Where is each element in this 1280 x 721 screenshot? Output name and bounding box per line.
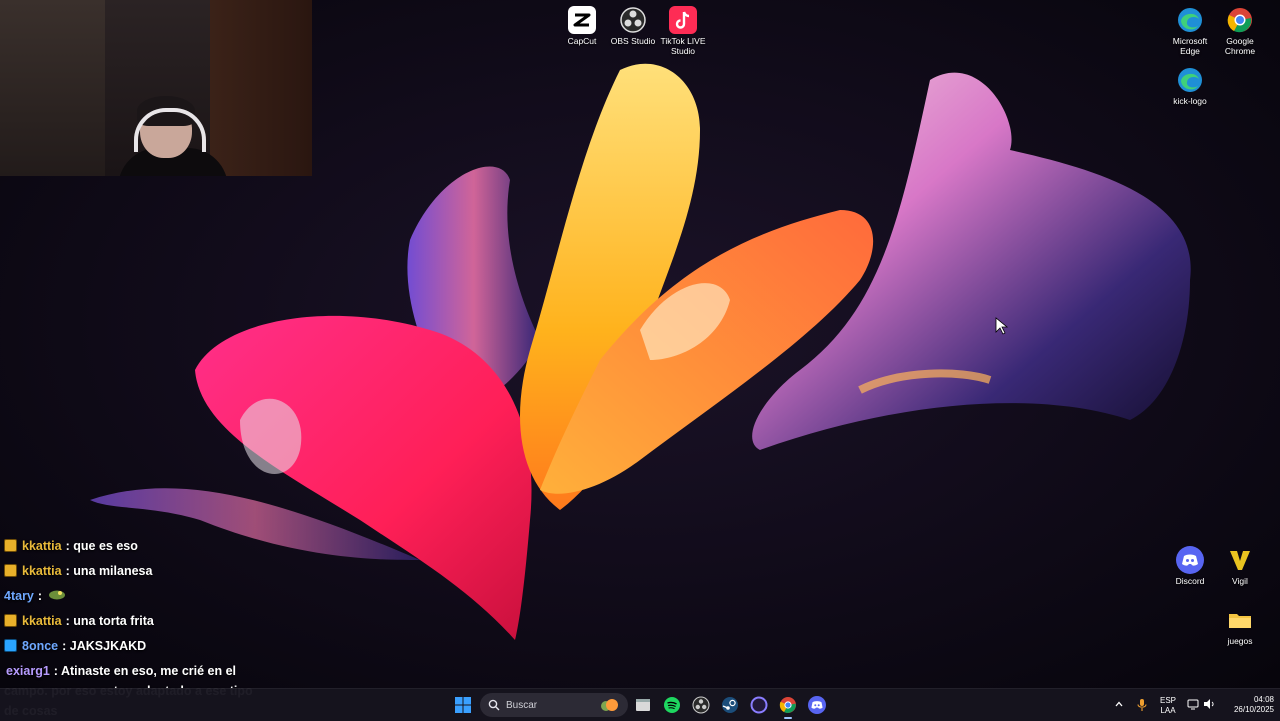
taskbar-spotify[interactable] [660,693,684,717]
chat-username: kkattia [22,613,62,628]
microphone-icon[interactable] [1136,698,1148,715]
chat-message: 4tary : [4,583,264,608]
clock-time: 04:08 [1253,695,1274,704]
network-icon[interactable] [1187,698,1199,713]
start-icon [455,697,471,713]
chat-text: : que es eso [65,538,138,553]
desktop-icon-google-chrome[interactable]: Google Chrome [1212,6,1268,56]
obs-studio-icon [692,696,710,714]
search-icon [488,699,500,711]
webcam-background-shelf [0,0,105,176]
vigil-icon [1226,546,1254,574]
chat-username: 4tary [4,588,34,603]
taskbar-discord[interactable] [805,693,829,717]
chat-username: kkattia [22,563,62,578]
chrome-icon [779,697,796,713]
streamer-headset [134,108,206,152]
search-highlight-icon [601,699,618,711]
tiktok-live-studio-icon [669,6,697,34]
taskbar: Buscar ESP LAA 04:08 26/10/2025 [0,688,1280,721]
desktop-icon-label: TikTok LIVE Studio [660,36,706,56]
desktop-icon-label: Discord [1175,576,1205,586]
desktop-icon-obs-studio[interactable]: OBS Studio [605,6,661,46]
desktop-icon-juegos[interactable]: juegos [1212,606,1268,646]
chat-message: 8once : JAKSJKAKD [4,633,264,658]
desktop-icon-label: Vigil [1232,576,1248,586]
app-circle-icon [750,696,768,714]
discord-icon [808,696,826,714]
obs-studio-icon [619,6,647,34]
start-button[interactable] [451,693,475,717]
webcam-background-door [210,0,312,176]
taskbar-steam[interactable] [718,693,742,717]
chat-message: kkattia : que es eso [4,533,264,558]
taskbar-chrome[interactable] [776,693,800,719]
language-code: ESP [1159,696,1176,705]
desktop-icon-capcut[interactable]: CapCut [554,6,610,46]
desktop-icon-discord[interactable]: Discord [1162,546,1218,586]
subscriber-badge-icon [4,614,17,627]
tray-overflow-chevron-icon[interactable] [1114,699,1124,712]
taskbar-search[interactable]: Buscar [480,693,628,717]
desktop-icon-microsoft-edge[interactable]: Microsoft Edge [1162,6,1218,56]
emote-icon [48,588,66,603]
desktop-icon-label: kick-logo [1173,96,1207,106]
spotify-icon [664,697,680,713]
desktop-icon-label: CapCut [567,36,597,46]
chat-message: kkattia : una torta frita [4,608,264,633]
chat-text: : JAKSJKAKD [62,638,147,653]
folder-icon [1226,606,1254,634]
volume-icon[interactable] [1203,698,1216,713]
clock-date: 26/10/2025 [1233,705,1274,714]
desktop-icon-kick-logo[interactable]: kick-logo [1162,66,1218,106]
steam-icon [722,697,738,713]
taskbar-file-explorer[interactable] [631,693,655,717]
chat-username: kkattia [22,538,62,553]
desktop-icon-vigil[interactable]: Vigil [1212,546,1268,586]
input-language[interactable]: ESP LAA [1158,696,1178,716]
keyboard-layout: LAA [1160,706,1176,715]
chat-text: : [37,588,43,603]
search-placeholder: Buscar [506,699,538,711]
subscriber-badge-icon [4,539,17,552]
chat-username: exiarg1 [6,664,50,678]
chat-text: : una milanesa [65,563,153,578]
desktop-icon-tiktok-live-studio[interactable]: TikTok LIVE Studio [655,6,711,56]
vip-badge-icon [4,639,17,652]
chat-username: 8once [22,638,59,653]
taskbar-obs-studio[interactable] [689,693,713,717]
capcut-icon [568,6,596,34]
chrome-icon [1226,6,1254,34]
discord-icon [1176,546,1204,574]
webcam-overlay [0,0,312,176]
desktop-icon-label: Google Chrome [1224,36,1256,56]
edge-icon [1176,66,1204,94]
desktop-icon-label: OBS Studio [610,36,656,46]
desktop-icon-label: juegos [1227,636,1253,646]
subscriber-badge-icon [4,564,17,577]
desktop-icon-label: Microsoft Edge [1172,36,1208,56]
chat-text: : una torta frita [65,613,154,628]
edge-icon [1176,6,1204,34]
chat-message: kkattia : una milanesa [4,558,264,583]
file-explorer-icon [636,699,650,711]
taskbar-app[interactable] [747,693,771,717]
clock[interactable]: 04:08 26/10/2025 [1222,695,1274,715]
